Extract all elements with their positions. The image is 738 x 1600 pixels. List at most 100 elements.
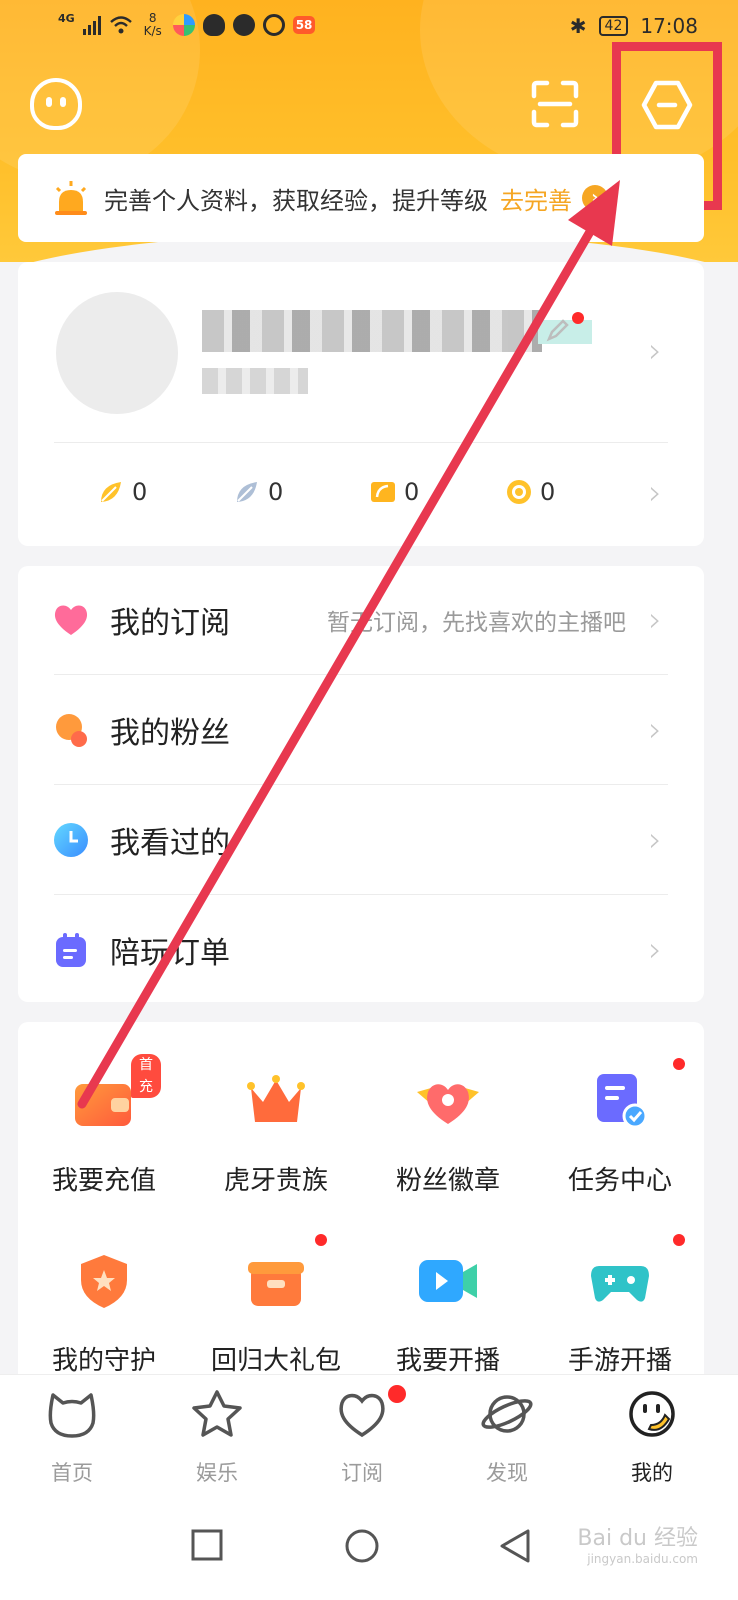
menu-list-card: 我的订阅 暂无订阅，先找喜欢的主播吧 › 我的粉丝 › 我看过的 › 陪玩订单 … bbox=[18, 566, 704, 1002]
menu-item-orders[interactable]: 陪玩订单 › bbox=[18, 896, 704, 1004]
edit-notification-dot bbox=[572, 312, 584, 324]
banner-arrow-icon[interactable]: › bbox=[582, 185, 608, 211]
fans-icon bbox=[56, 714, 87, 747]
grid-item-guard[interactable]: 我的守护 bbox=[18, 1252, 190, 1377]
home-circle-icon[interactable] bbox=[344, 1528, 380, 1564]
grid-item-label: 手游开播 bbox=[567, 1346, 672, 1376]
battery-indicator: 42 bbox=[598, 16, 629, 36]
chevron-right-icon: › bbox=[648, 930, 662, 970]
back-triangle-icon[interactable] bbox=[498, 1528, 532, 1564]
nav-entertainment[interactable]: 娱乐 bbox=[167, 1389, 267, 1487]
speed-unit: K/s bbox=[143, 24, 162, 38]
grid-item-go-live[interactable]: 我要开播 bbox=[362, 1252, 534, 1377]
grid-item-label: 任务中心 bbox=[567, 1166, 672, 1196]
clock-icon bbox=[54, 823, 88, 857]
nav-profile[interactable]: 我的 bbox=[602, 1389, 702, 1487]
ticket-icon bbox=[371, 482, 395, 502]
nav-label: 我的 bbox=[631, 1461, 673, 1485]
menu-divider bbox=[54, 784, 668, 785]
grid-item-recharge[interactable]: 首充 我要充值 bbox=[18, 1054, 190, 1197]
profile-card: › 0 0 0 0 › bbox=[18, 262, 704, 546]
grid-item-label: 我要开播 bbox=[395, 1346, 500, 1376]
speed-value: 8 bbox=[148, 11, 157, 25]
nav-label: 发现 bbox=[486, 1461, 528, 1485]
stat-gold-leaf[interactable]: 0 bbox=[98, 478, 234, 506]
grid-item-task-center[interactable]: 任务中心 bbox=[534, 1058, 706, 1197]
watermark-brand: Bai du 经验 bbox=[577, 1526, 698, 1551]
stat-value: 0 bbox=[268, 478, 284, 506]
qq-penguin-icon bbox=[202, 14, 225, 36]
blurred-username bbox=[202, 310, 592, 352]
wallet-icon bbox=[75, 1084, 131, 1126]
status-time: 17:08 bbox=[640, 14, 698, 38]
gold-leaf-icon bbox=[101, 482, 121, 502]
profile-chevron-icon[interactable]: › bbox=[648, 334, 662, 368]
edit-pencil-icon[interactable] bbox=[544, 318, 570, 344]
crown-icon bbox=[247, 1075, 305, 1122]
coin-face-icon bbox=[507, 480, 531, 504]
grid-item-label: 虎牙贵族 bbox=[223, 1166, 328, 1196]
stat-value: 0 bbox=[540, 478, 556, 506]
menu-divider bbox=[54, 674, 668, 675]
network-speed: 8 K/s bbox=[141, 12, 165, 38]
chevron-right-icon: › bbox=[648, 600, 662, 640]
grid-item-gift-pack[interactable]: 回归大礼包 bbox=[190, 1234, 362, 1377]
banner-complete-link[interactable]: 去完善 bbox=[500, 181, 572, 216]
colorful-app-icon bbox=[172, 14, 195, 36]
stat-coin[interactable]: 0 bbox=[506, 478, 642, 506]
menu-item-history[interactable]: 我看过的 › bbox=[18, 786, 704, 894]
nav-label: 首页 bbox=[51, 1461, 93, 1485]
subscription-notification-dot bbox=[388, 1385, 406, 1403]
message-face-icon[interactable] bbox=[30, 78, 82, 130]
grid-item-mobile-game-live[interactable]: 手游开播 bbox=[534, 1234, 706, 1377]
nav-discover[interactable]: 发现 bbox=[457, 1389, 557, 1487]
gamepad-icon bbox=[591, 1266, 649, 1302]
grid-item-label: 粉丝徽章 bbox=[395, 1166, 500, 1196]
video-camera-icon bbox=[419, 1260, 477, 1302]
profile-face-icon bbox=[629, 1391, 675, 1437]
star-icon bbox=[192, 1390, 242, 1437]
stat-silver-leaf[interactable]: 0 bbox=[234, 478, 370, 506]
nav-home[interactable]: 首页 bbox=[22, 1389, 122, 1487]
signal-icon bbox=[82, 15, 101, 35]
nav-label: 订阅 bbox=[341, 1461, 383, 1485]
task-icon bbox=[597, 1074, 648, 1129]
nav-label: 娱乐 bbox=[196, 1461, 238, 1485]
wifi-icon bbox=[109, 16, 132, 34]
menu-item-subscriptions[interactable]: 我的订阅 暂无订阅，先找喜欢的主播吧 › bbox=[18, 566, 704, 674]
stat-ticket[interactable]: 0 bbox=[370, 478, 506, 506]
chevron-right-icon: › bbox=[648, 820, 662, 860]
avatar[interactable] bbox=[56, 292, 178, 414]
menu-item-label: 我看过的 bbox=[110, 826, 230, 861]
gift-icon bbox=[248, 1262, 304, 1306]
watermark-site: jingyan.baidu.com bbox=[587, 1552, 698, 1566]
grid-item-label: 我的守护 bbox=[51, 1346, 156, 1376]
grid-item-fan-badge[interactable]: 粉丝徽章 bbox=[362, 1072, 534, 1197]
grid-item-label: 回归大礼包 bbox=[210, 1346, 341, 1376]
baidu-watermark: Bai du 经验 jingyan.baidu.com bbox=[577, 1520, 698, 1566]
chevron-right-icon: › bbox=[648, 710, 662, 750]
profile-divider bbox=[54, 442, 668, 443]
blurred-user-id bbox=[202, 368, 308, 394]
menu-item-hint: 暂无订阅，先找喜欢的主播吧 bbox=[327, 610, 626, 636]
feature-grid-card: 首充 我要充值 虎牙贵族 粉丝徽章 任务中心 我的守护 回归大礼包 我要开播 手… bbox=[18, 1022, 704, 1382]
shield-icon bbox=[81, 1255, 127, 1308]
nav-subscriptions[interactable]: 订阅 bbox=[312, 1385, 412, 1487]
silver-leaf-icon bbox=[237, 482, 257, 502]
bluetooth-icon: ✱ bbox=[569, 14, 587, 38]
profile-completion-banner[interactable]: 完善个人资料，获取经验，提升等级 去完善 › bbox=[18, 154, 704, 242]
recent-apps-icon[interactable] bbox=[190, 1528, 224, 1562]
stats-chevron-icon[interactable]: › bbox=[648, 476, 662, 510]
grid-item-nobility[interactable]: 虎牙贵族 bbox=[190, 1072, 362, 1197]
heart-icon bbox=[54, 605, 88, 635]
menu-item-label: 陪玩订单 bbox=[110, 936, 230, 971]
menu-divider bbox=[54, 894, 668, 895]
first-recharge-badge: 首充 bbox=[131, 1054, 161, 1098]
task-notification-dot bbox=[673, 1058, 685, 1070]
menu-item-fans[interactable]: 我的粉丝 › bbox=[18, 676, 704, 784]
banner-text: 完善个人资料，获取经验，提升等级 bbox=[104, 186, 488, 215]
game-notification-dot bbox=[673, 1234, 685, 1246]
order-icon bbox=[56, 933, 86, 967]
scan-icon[interactable] bbox=[530, 80, 580, 128]
heart-outline-icon bbox=[339, 1393, 385, 1438]
